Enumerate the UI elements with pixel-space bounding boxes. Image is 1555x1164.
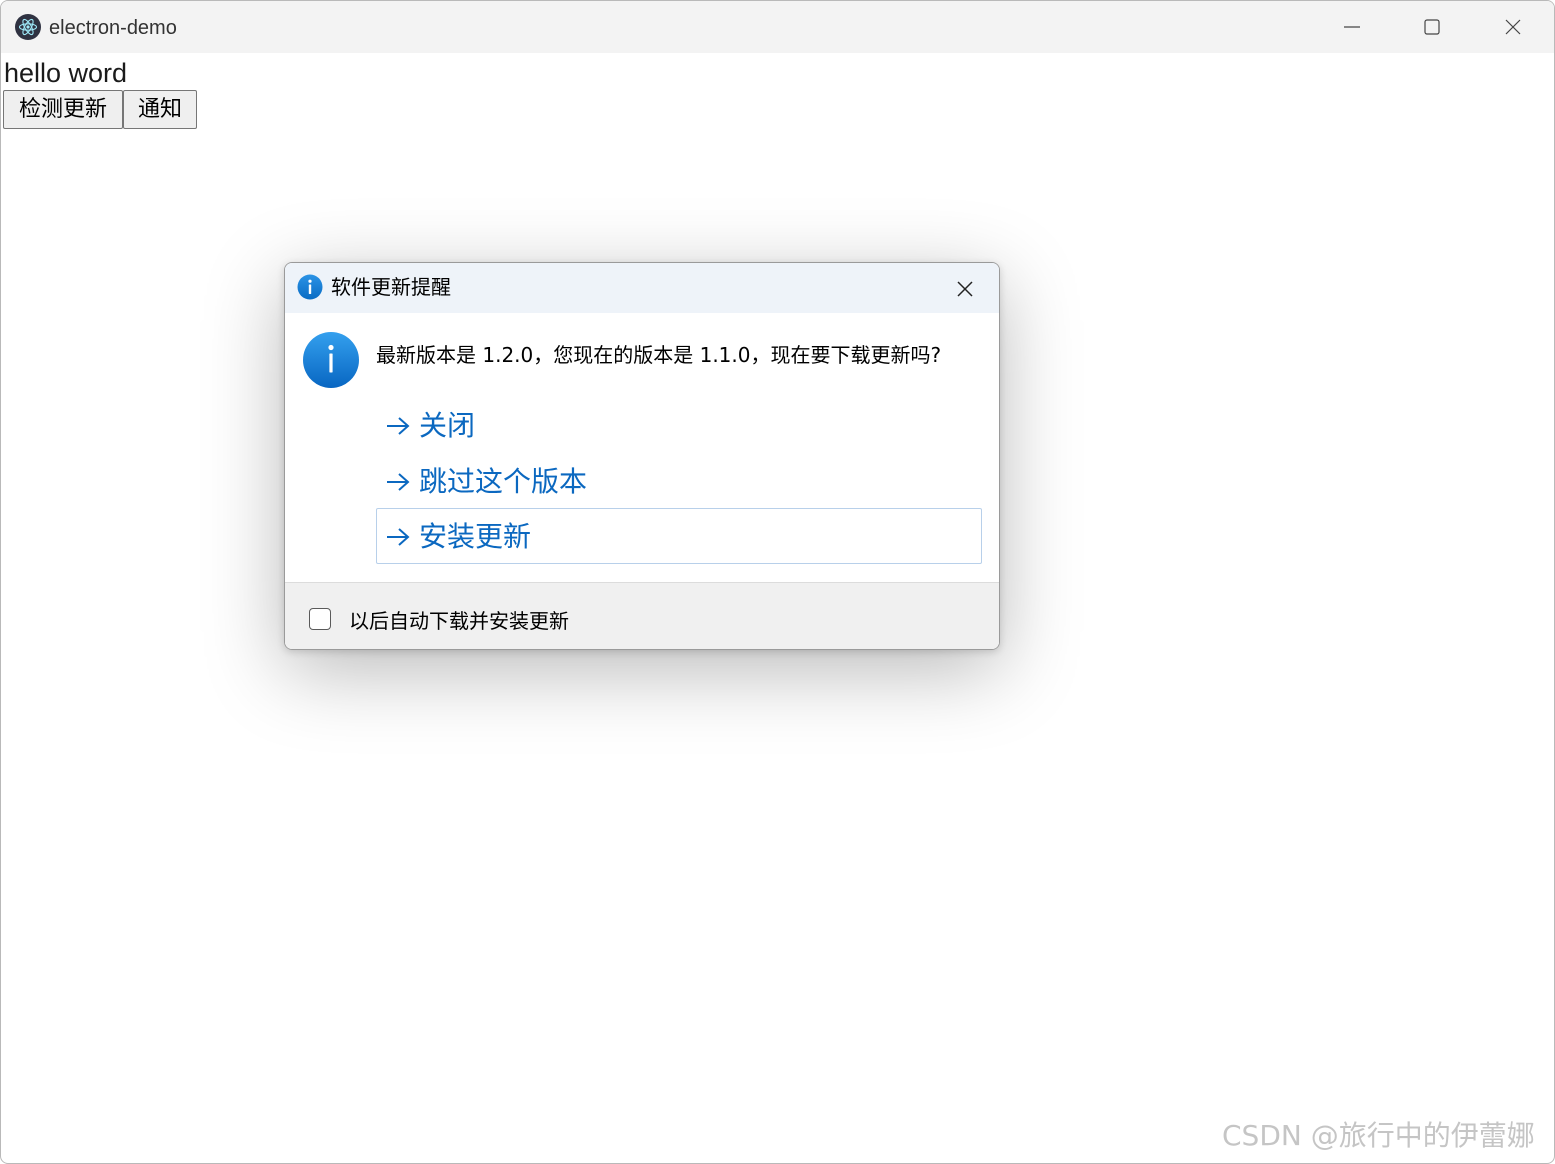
info-icon xyxy=(297,274,323,300)
command-link-skip-version[interactable]: 跳过这个版本 xyxy=(376,453,982,509)
dialog-close-button[interactable] xyxy=(951,275,979,303)
minimize-icon xyxy=(1344,26,1360,28)
watermark: CSDN @旅行中的伊蕾娜 xyxy=(1222,1119,1535,1152)
arrow-right-icon xyxy=(387,417,410,435)
command-link-label: 跳过这个版本 xyxy=(419,465,588,498)
maximize-icon xyxy=(1424,19,1440,35)
update-dialog: 软件更新提醒 最新版本是 1.2.0，您现在的版本是 1.1.0，现在要下载更新… xyxy=(284,262,1000,650)
window-close-button[interactable] xyxy=(1473,1,1553,53)
dialog-footer: 以后自动下载并安装更新 xyxy=(285,582,999,649)
auto-update-checkbox-label[interactable]: 以后自动下载并安装更新 xyxy=(349,608,569,634)
notify-button[interactable]: 通知 xyxy=(123,90,197,129)
dialog-message: 最新版本是 1.2.0，您现在的版本是 1.1.0，现在要下载更新吗? xyxy=(376,343,942,367)
electron-logo-icon xyxy=(15,14,41,40)
maximize-button[interactable] xyxy=(1392,1,1472,53)
command-link-label: 安装更新 xyxy=(419,520,532,553)
info-icon xyxy=(303,332,359,388)
arrow-right-icon xyxy=(387,473,410,491)
check-update-button[interactable]: 检测更新 xyxy=(3,90,123,129)
dialog-title: 软件更新提醒 xyxy=(331,275,451,299)
command-link-install-update[interactable]: 安装更新 xyxy=(376,508,982,564)
command-link-close[interactable]: 关闭 xyxy=(376,397,982,453)
window-titlebar[interactable]: electron-demo xyxy=(1,1,1554,53)
command-link-label: 关闭 xyxy=(419,409,476,442)
page-heading: hello word xyxy=(4,58,128,88)
auto-update-checkbox[interactable] xyxy=(309,608,331,630)
close-icon xyxy=(957,281,973,297)
window-title: electron-demo xyxy=(49,17,177,39)
dialog-titlebar[interactable]: 软件更新提醒 xyxy=(285,263,999,313)
close-icon xyxy=(1505,19,1521,35)
minimize-button[interactable] xyxy=(1312,1,1392,53)
arrow-right-icon xyxy=(387,528,410,546)
